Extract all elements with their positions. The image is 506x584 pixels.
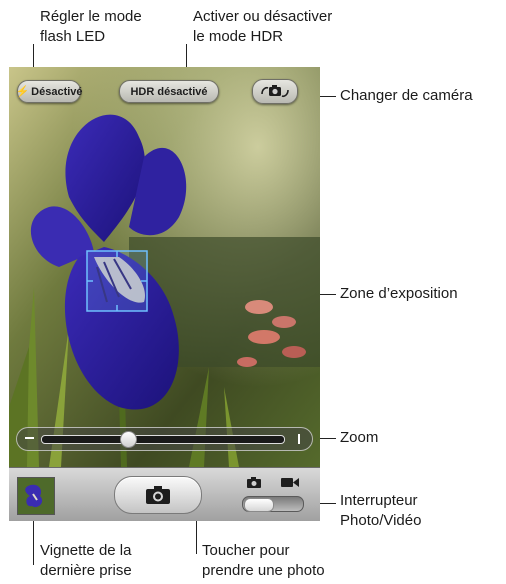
callout-thumbnail-line1: Vignette de la [40, 542, 132, 559]
callout-hdr-line2: le mode HDR [193, 28, 284, 45]
callout-shutter: Toucher pour prendre une photo [202, 541, 325, 581]
camera-toolbar [9, 467, 320, 521]
callout-hdr: Activer ou désactiver le mode HDR [193, 7, 332, 47]
minus-icon [25, 437, 34, 439]
shutter-button[interactable] [114, 476, 202, 514]
callout-hdr-line1: Activer ou désactiver [193, 8, 333, 25]
callout-flash-line1: Régler le mode [40, 8, 142, 25]
callout-camera-switch: Changer de caméra [340, 87, 473, 104]
callout-shutter-line2: prendre une photo [202, 562, 325, 579]
camera-viewfinder[interactable] [9, 67, 320, 467]
photo-video-switch-knob[interactable] [244, 498, 274, 512]
callout-photo-video-line2: Photo/Vidéo [340, 512, 422, 529]
switch-camera-icon [261, 84, 289, 97]
callout-exposure: Zone d’exposition [340, 285, 458, 302]
callout-photo-video: Interrupteur Photo/Vidéo [340, 491, 421, 531]
hdr-button[interactable]: HDR désactivé [119, 80, 219, 103]
switch-camera-button[interactable] [252, 79, 298, 104]
lightning-bolt-icon: ⚡ [15, 86, 30, 98]
callout-thumbnail-line2: dernière prise [40, 562, 132, 579]
photo-video-switch[interactable] [242, 496, 304, 512]
zoom-knob[interactable] [120, 431, 138, 448]
flash-button[interactable]: ⚡ Désactivé [15, 80, 83, 103]
zoom-slider[interactable] [16, 427, 313, 451]
plus-icon [298, 434, 300, 444]
callout-thumbnail: Vignette de la dernière prise [40, 541, 132, 581]
zoom-track [41, 435, 285, 444]
callout-flash: Régler le mode flash LED [40, 7, 142, 47]
hdr-label: HDR désactivé [130, 85, 208, 98]
callout-zoom: Zoom [340, 429, 379, 446]
callout-shutter-line1: Toucher pour [202, 542, 290, 559]
callout-flash-line2: flash LED [40, 28, 106, 45]
last-photo-thumbnail[interactable] [17, 477, 55, 515]
callout-photo-video-line1: Interrupteur [340, 492, 418, 509]
exposure-box[interactable] [86, 250, 148, 312]
camera-screen: ⚡ Désactivé HDR désactivé [9, 67, 320, 521]
flash-label: Désactivé [31, 85, 83, 98]
camera-icon [146, 486, 170, 504]
video-camera-icon [281, 478, 299, 487]
camera-small-icon [247, 477, 261, 488]
